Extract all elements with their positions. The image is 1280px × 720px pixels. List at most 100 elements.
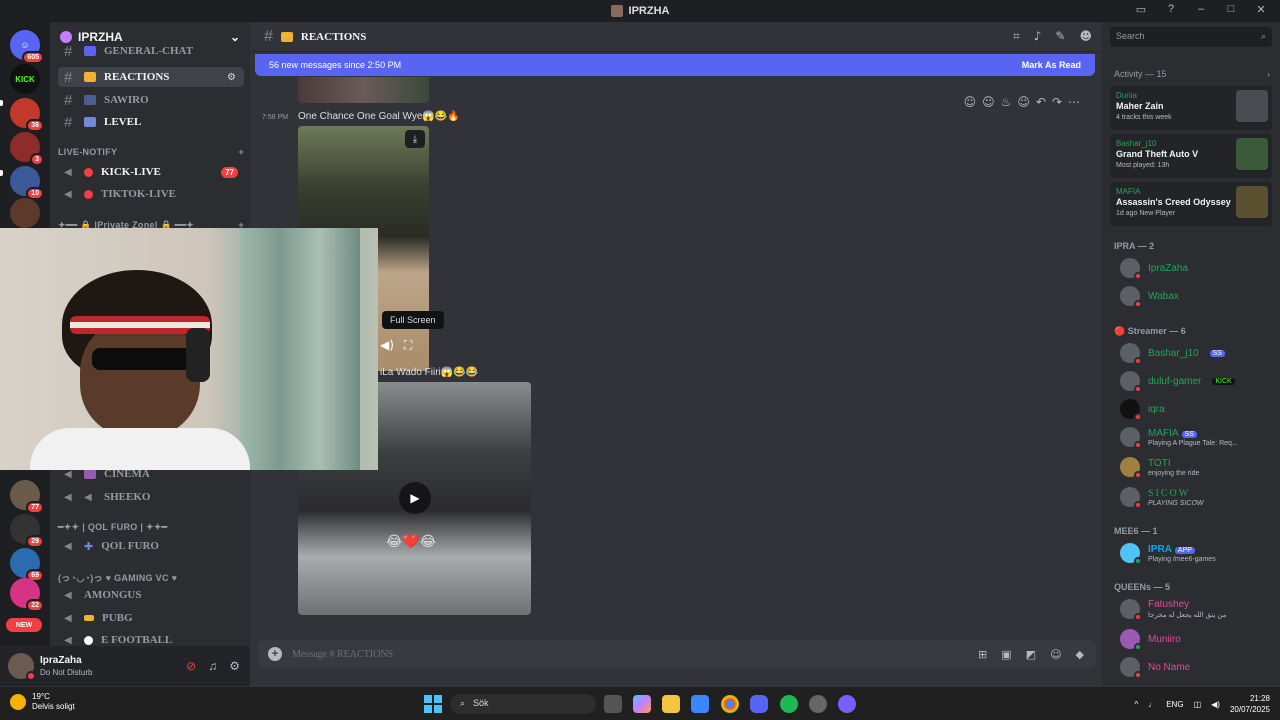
voice-channel-qol-furo[interactable]: ◀ ✚ QOL FURO [58,536,244,556]
avatar[interactable] [8,653,36,681]
maximize-button[interactable]: □ [1222,3,1240,16]
member-item[interactable]: SICOW PLAYING SICOW [1120,486,1204,509]
mic-icon[interactable]: ♩ [1148,700,1156,709]
new-badge[interactable]: NEW [6,618,42,632]
member-item[interactable]: duluf-gamer KICK [1120,370,1235,393]
server-icon[interactable]: 3 [10,132,44,166]
reaction-emoji-icon[interactable]: ☺ [982,95,995,109]
store-icon[interactable] [691,695,709,713]
voice-channel-amongus[interactable]: ◀ AMONGUS [58,585,244,605]
add-reaction-icon[interactable]: ☺ [1017,95,1030,109]
search-input[interactable]: Search ⌕ [1110,27,1272,47]
pin-icon[interactable]: ✎ [1055,29,1065,44]
category-gaming-vc[interactable]: (っ◔◡◔)っ ♥ GAMING VC ♥ [58,571,244,584]
clock[interactable]: 21:28 20/07/2025 [1230,693,1270,715]
minimize-button[interactable]: – [1192,3,1210,16]
language-indicator[interactable]: ENG [1166,700,1183,709]
download-icon[interactable]: ⤓ [405,130,425,148]
obs-icon[interactable] [809,695,827,713]
volume-icon[interactable]: ◀) [380,338,394,353]
message-composer[interactable]: + Message # REACTIONS ⊞ ▣ ◩ ☺ ◆ [258,640,1096,668]
voice-channel-pubg[interactable]: ◀ PUBG [58,608,244,628]
voice-channel-sheeko[interactable]: ◀ ◀ SHEEKO [58,487,244,507]
gear-icon[interactable]: ⚙ [229,659,240,673]
new-messages-bar[interactable]: 56 new messages since 2:50 PM Mark As Re… [255,54,1095,76]
inbox-icon[interactable]: ▭ [1132,3,1150,16]
server-icon[interactable]: 77 [10,480,44,514]
member-item[interactable]: IPRA APP Playing /mee6-games [1120,542,1216,565]
mic-muted-icon[interactable]: ⊘ [186,659,196,673]
previous-image[interactable] [298,77,429,103]
channel-level[interactable]: # LEVEL [58,112,244,132]
gif-icon[interactable]: ▣ [1001,648,1011,661]
member-item[interactable]: No Name [1120,656,1190,679]
forward-icon[interactable]: ↷ [1052,95,1062,109]
activity-card[interactable]: Dunia Maher Zain 4 tracks this week [1110,86,1272,130]
volume-icon[interactable]: ◀) [1211,700,1220,709]
activity-card[interactable]: Bashar_j10 Grand Theft Auto V Most played:… [1110,134,1272,178]
file-explorer-icon[interactable] [662,695,680,713]
server-icon[interactable]: 10 [10,166,44,200]
member-item[interactable]: Bashar_j10 SS [1120,342,1225,365]
copilot-icon[interactable] [633,695,651,713]
activity-header[interactable]: Activity — 15 › [1114,69,1270,79]
composer-placeholder[interactable]: Message # REACTIONS [292,649,393,660]
server-icon-kick[interactable]: KICK [10,64,40,94]
fullscreen-icon[interactable]: ⛶ [404,338,412,353]
hash-icon: # [64,68,73,86]
member-item[interactable]: Fatushey من يتق الله يجعل له مخرجا [1120,598,1226,621]
member-item[interactable]: MAFIA SS Playing A Plague Tale: Req... [1120,426,1238,449]
reaction-emoji-icon[interactable]: ☺ [964,95,977,109]
home-button[interactable]: ☺ 605 [10,30,44,64]
settings-icon[interactable]: ⚙ [227,72,236,83]
app-icon[interactable] [838,695,856,713]
chrome-icon[interactable] [721,695,739,713]
weather-widget[interactable]: 19°C Delvis soligt [10,692,75,712]
discord-icon[interactable] [750,695,768,713]
notification-bell-icon[interactable]: ♪ [1034,29,1042,44]
gift-icon[interactable]: ⊞ [978,648,987,661]
reply-icon[interactable]: ↶ [1036,95,1046,109]
member-item[interactable]: IpraZaha [1120,257,1188,280]
member-name: Muniiro [1148,633,1181,645]
activity-card[interactable]: MAFIA Assassin's Creed Odyssey 1d ago New … [1110,182,1272,226]
server-icon[interactable]: 36 [10,98,44,132]
category-qol-furo[interactable]: ━✦✦ | QOL FURO | ✦✦━ [58,522,244,533]
fire-icon[interactable]: ♨ [1001,95,1012,109]
channel-kick-live[interactable]: ◀ KICK-LIVE 77 [58,162,244,182]
headphones-icon[interactable]: ♫ [208,659,217,673]
chevron-up-icon[interactable]: ^ [1134,700,1138,709]
member-list-icon[interactable]: ☻ [1079,29,1092,44]
channel-general-chat[interactable]: # GENERAL-CHAT [58,44,244,58]
emoji-icon[interactable]: ☺ [1050,648,1061,661]
member-item[interactable]: Wabax [1120,285,1179,308]
sticker-icon[interactable]: ◩ [1026,648,1036,661]
start-button[interactable] [424,695,442,713]
member-item[interactable]: iqra [1120,398,1165,421]
channel-sawiro[interactable]: # SAWIRO [58,90,244,110]
threads-icon[interactable]: ⌗ [1013,29,1020,44]
channel-tiktok-live[interactable]: ◀ TIKTOK-LIVE [58,184,244,204]
voice-channel-efootball[interactable]: ◀ E FOOTBALL [58,630,244,646]
avatar [1120,657,1142,679]
game-controller-icon[interactable]: ◆ [1076,648,1084,661]
member-item[interactable]: Muniiro [1120,628,1181,651]
taskbar-search[interactable]: ⌕ Sök [450,694,596,714]
upload-plus-icon[interactable]: + [268,647,282,661]
more-icon[interactable]: ⋯ [1068,95,1080,109]
close-button[interactable]: ✕ [1252,3,1270,16]
mark-as-read-button[interactable]: Mark As Read [1022,60,1081,70]
task-view-icon[interactable] [604,695,622,713]
network-icon[interactable]: ◫ [1194,700,1202,709]
channel-reactions[interactable]: # REACTIONS ⚙ [58,67,244,87]
server-icon[interactable]: 29 [10,514,44,548]
server-icon[interactable]: 69 [10,548,44,582]
server-icon[interactable] [10,198,40,228]
member-item[interactable]: TOTI enjoying the ride [1120,456,1199,479]
play-icon[interactable]: ▶ [399,482,431,514]
spotify-icon[interactable] [780,695,798,713]
help-icon[interactable]: ? [1162,3,1180,16]
add-channel-icon[interactable]: + [238,147,244,157]
server-icon[interactable]: 22 [10,578,44,612]
category-live-notify[interactable]: LIVE-NOTIFY + [58,147,244,157]
